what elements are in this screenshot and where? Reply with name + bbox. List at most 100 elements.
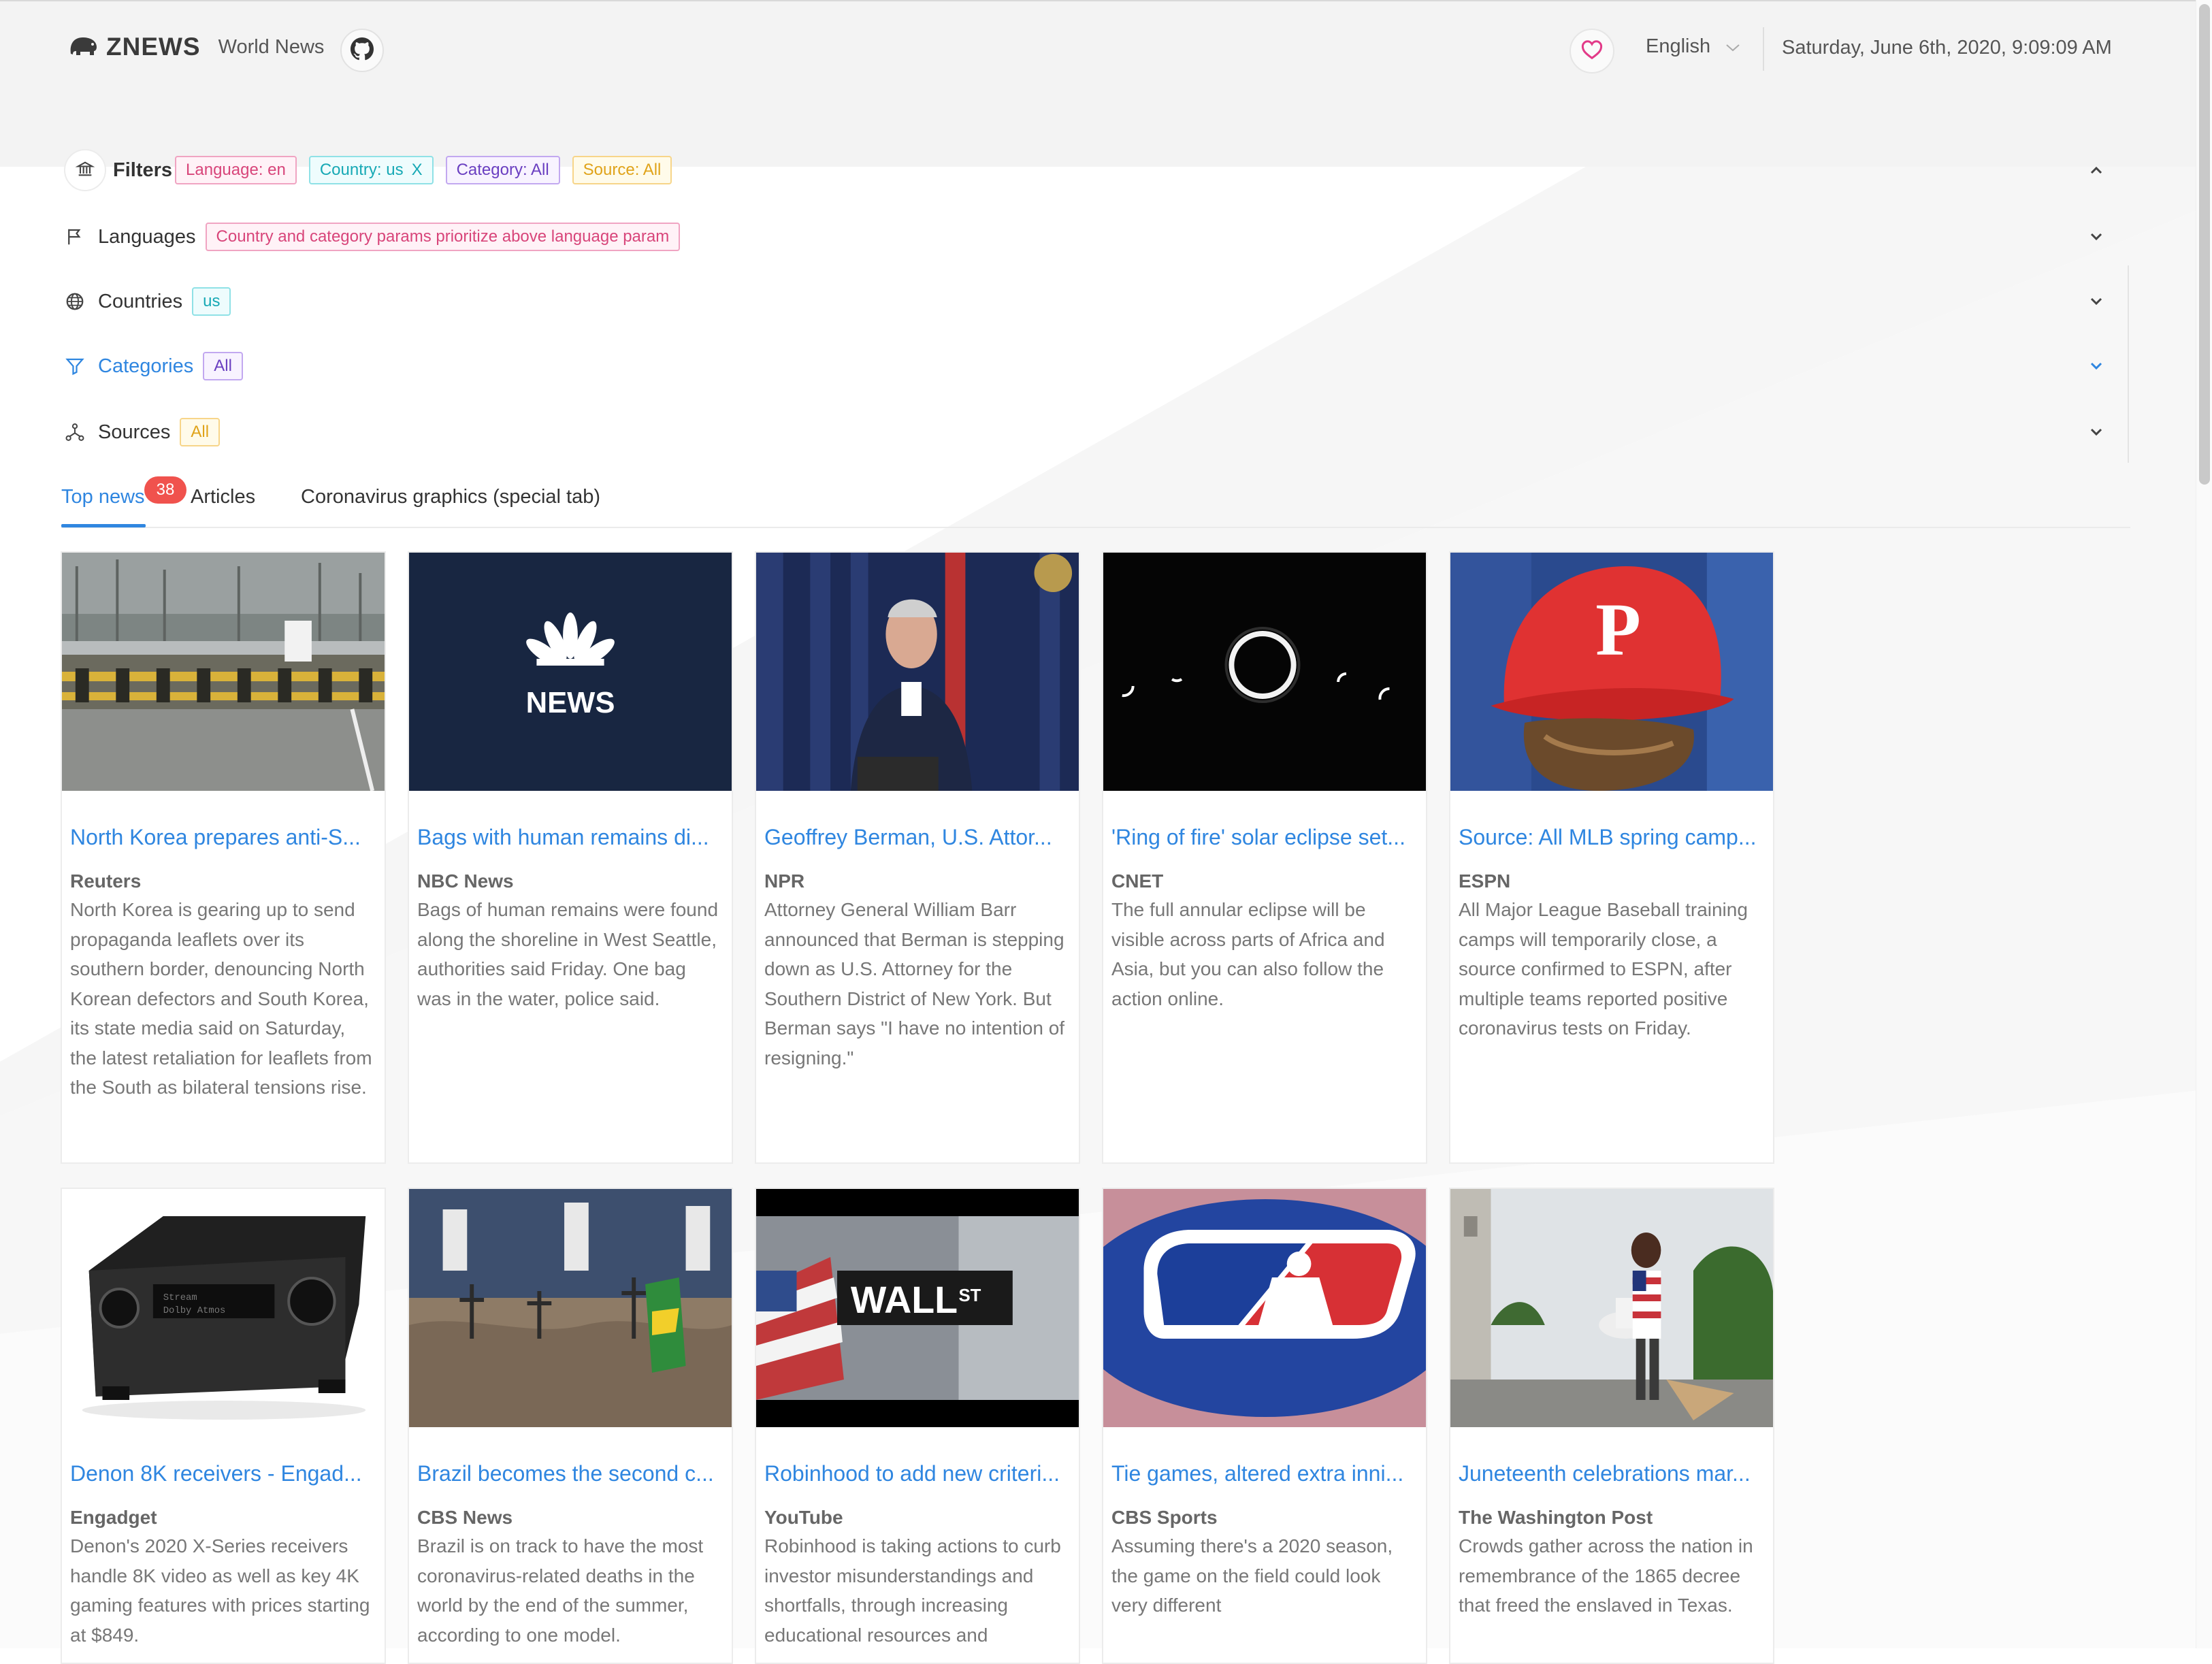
news-card[interactable]: 'Ring of fire' solar eclipse set... CNET… — [1102, 551, 1427, 1164]
card-source: Reuters — [70, 870, 142, 892]
tab-articles[interactable]: Articles — [191, 486, 255, 508]
news-card[interactable]: North Korea prepares anti-S... Reuters N… — [61, 551, 386, 1164]
chevron-down-icon[interactable] — [2083, 223, 2110, 250]
card-title[interactable]: Geoffrey Berman, U.S. Attor... — [764, 825, 1071, 850]
filter-sources-row[interactable]: Sources All — [61, 412, 2110, 453]
brand-name: ZNEWS — [106, 33, 201, 61]
app-header: ZNEWS World News English Saturday, June … — [0, 0, 2212, 109]
juneteenth-street-photo — [1450, 1189, 1773, 1427]
card-title[interactable]: Robinhood to add new criteri... — [764, 1461, 1071, 1486]
card-source: Engadget — [70, 1507, 157, 1528]
heart-icon — [1580, 39, 1604, 63]
card-title[interactable]: Denon 8K receivers - Engad... — [70, 1461, 376, 1486]
eclipse-photo — [1103, 553, 1426, 791]
card-source: CBS Sports — [1111, 1507, 1218, 1528]
filter-categories-row[interactable]: Categories All — [61, 346, 2110, 387]
header-divider — [1763, 27, 1764, 71]
card-title[interactable]: Juneteenth celebrations mar... — [1459, 1461, 1765, 1486]
categories-tag[interactable]: All — [203, 352, 243, 380]
active-filter-source-label: Source: All — [583, 161, 662, 179]
active-filter-language[interactable]: Language: en — [175, 156, 297, 184]
active-filter-category[interactable]: Category: All — [445, 156, 560, 184]
current-datetime: Saturday, June 6th, 2020, 9:09:09 AM — [1782, 37, 2112, 59]
card-description: Assuming there's a 2020 season, the game… — [1111, 1535, 1393, 1616]
scrollbar-thumb[interactable] — [2199, 4, 2210, 485]
card-description: Bags of human remains were found along t… — [417, 899, 719, 1009]
chevron-down-icon[interactable] — [2083, 288, 2110, 315]
language-select[interactable]: English — [1646, 35, 1740, 58]
globe-icon — [61, 288, 88, 315]
countries-tag[interactable]: us — [192, 287, 231, 316]
filter-panel-edge — [2128, 265, 2129, 463]
card-title[interactable]: Bags with human remains di... — [417, 825, 723, 850]
network-icon — [61, 419, 88, 446]
svg-text:NEWS: NEWS — [526, 686, 615, 719]
language-select-value: English — [1646, 35, 1711, 57]
close-icon[interactable]: X — [412, 161, 423, 180]
news-card[interactable]: Tie games, altered extra inni... CBS Spo… — [1102, 1188, 1427, 1664]
chevron-up-icon[interactable] — [2083, 157, 2110, 184]
filters-title: Filters — [113, 159, 173, 181]
tab-top-news[interactable]: Top news 38 — [61, 476, 186, 508]
active-filter-country[interactable]: Country: us X — [308, 156, 434, 184]
card-description: Denon's 2020 X-Series receivers handle 8… — [70, 1535, 370, 1646]
sources-tag[interactable]: All — [180, 418, 221, 446]
card-description: North Korea is gearing up to send propag… — [70, 899, 372, 1098]
card-description: Robinhood is taking actions to curb inve… — [764, 1535, 1061, 1646]
languages-note-tag: Country and category params prioritize a… — [205, 223, 681, 251]
github-button[interactable] — [340, 29, 384, 72]
brand-logo[interactable]: ZNEWS World News — [67, 33, 324, 61]
news-card[interactable]: Brazil becomes the second c... CBS News … — [408, 1188, 733, 1664]
tab-top-news-label: Top news — [61, 486, 145, 508]
flag-icon — [61, 223, 88, 250]
tab-coronavirus-graphics[interactable]: Coronavirus graphics (special tab) — [301, 486, 600, 508]
brand-subtitle: World News — [218, 35, 325, 58]
filter-funnel-icon — [61, 353, 88, 380]
card-source: NPR — [764, 870, 805, 892]
filter-languages-label: Languages — [98, 225, 196, 248]
active-filter-category-label: Category: All — [456, 161, 549, 179]
filter-languages-row[interactable]: Languages Country and category params pr… — [61, 216, 2110, 257]
card-title[interactable]: North Korea prepares anti-S... — [70, 825, 376, 850]
phillies-cap-photo: P — [1450, 553, 1773, 791]
top-news-count-badge: 38 — [144, 476, 186, 504]
active-filter-source[interactable]: Source: All — [572, 156, 672, 184]
filter-sources-label: Sources — [98, 421, 171, 443]
filters-summary-row[interactable]: Filters Language: en Country: us X Catego… — [61, 149, 2110, 191]
chevron-down-icon[interactable] — [2083, 419, 2110, 446]
news-card[interactable]: Juneteenth celebrations mar... The Washi… — [1449, 1188, 1774, 1664]
news-card[interactable]: WALL ST Robinhood to add new criteri... … — [755, 1188, 1080, 1664]
elephant-icon — [67, 33, 99, 61]
card-title[interactable]: 'Ring of fire' solar eclipse set... — [1111, 825, 1418, 850]
news-card[interactable]: P Source: All MLB spring camp... ESPN Al… — [1449, 551, 1774, 1164]
bank-icon — [75, 159, 95, 182]
active-filter-language-label: Language: en — [186, 161, 286, 179]
chevron-down-icon[interactable] — [2083, 353, 2110, 380]
card-source: NBC News — [417, 870, 514, 892]
favorite-button[interactable] — [1569, 29, 1614, 74]
active-tab-indicator — [61, 524, 146, 527]
card-description: All Major League Baseball training camps… — [1459, 899, 1748, 1039]
svg-text:WALL: WALL — [851, 1279, 958, 1321]
news-card[interactable]: Stream Dolby Atmos Denon 8K receivers - … — [61, 1188, 386, 1664]
card-source: The Washington Post — [1459, 1507, 1653, 1528]
active-filter-country-label: Country: us — [319, 161, 404, 179]
news-tabs: Top news 38 Articles Coronavirus graphic… — [61, 476, 2130, 528]
github-icon — [351, 37, 374, 64]
filter-countries-row[interactable]: Countries us — [61, 281, 2110, 322]
page-scrollbar[interactable] — [2196, 0, 2212, 1648]
nbc-news-logo: NEWS — [409, 553, 732, 791]
news-card[interactable]: Geoffrey Berman, U.S. Attor... NPR Attor… — [755, 551, 1080, 1164]
card-title[interactable]: Source: All MLB spring camp... — [1459, 825, 1765, 850]
card-title[interactable]: Tie games, altered extra inni... — [1111, 1461, 1418, 1486]
card-description: Crowds gather across the nation in remem… — [1459, 1535, 1753, 1616]
svg-text:Stream: Stream — [163, 1292, 197, 1303]
chevron-down-icon — [1725, 35, 1740, 58]
card-description: Brazil is on track to have the most coro… — [417, 1535, 704, 1646]
news-card[interactable]: NEWS Bags with human remains di... NBC N… — [408, 551, 733, 1164]
card-description: Attorney General William Barr announced … — [764, 899, 1065, 1068]
card-source: ESPN — [1459, 870, 1511, 892]
filter-categories-label: Categories — [98, 355, 194, 377]
card-title[interactable]: Brazil becomes the second c... — [417, 1461, 723, 1486]
card-source: YouTube — [764, 1507, 843, 1528]
